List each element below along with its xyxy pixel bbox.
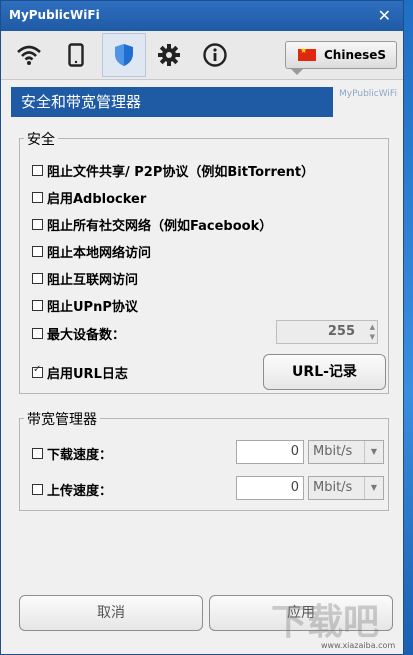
download-checkbox[interactable] [32, 448, 43, 459]
block-file-sharing-label: 阻止文件共享/ P2P协议（例如BitTorrent） [47, 165, 315, 180]
upload-label: 上传速度： [47, 484, 113, 499]
adblocker-option[interactable]: 启用Adblocker [32, 188, 146, 207]
upload-unit-value: Mbit/s [313, 480, 353, 495]
page-title: 安全和带宽管理器 [11, 87, 333, 117]
adblocker-checkbox[interactable] [32, 192, 43, 203]
shield-icon [115, 44, 133, 66]
gear-icon [158, 44, 180, 66]
security-button[interactable] [102, 33, 146, 77]
url-log-checkbox[interactable] [32, 364, 43, 378]
download-unit-value: Mbit/s [313, 444, 353, 459]
chevron-down-icon[interactable]: ▼ [364, 441, 383, 463]
about-button[interactable] [193, 33, 237, 77]
desktop-background [403, 0, 413, 655]
upload-speed-field[interactable]: 0 [236, 476, 304, 500]
app-window: MyPublicWiFi ✕ ★ ChineseS 安全和带宽管理器 MyPub… [0, 0, 404, 655]
cancel-button[interactable]: 取消 [19, 595, 203, 631]
download-option[interactable]: 下载速度： [32, 444, 112, 463]
bandwidth-legend: 带宽管理器 [24, 409, 100, 429]
china-flag-icon [298, 46, 316, 61]
wifi-button[interactable] [7, 33, 51, 77]
max-devices-value: 255 [327, 324, 355, 339]
block-internet-checkbox[interactable] [32, 273, 43, 284]
security-legend: 安全 [24, 129, 58, 149]
max-devices-checkbox[interactable] [32, 328, 43, 339]
language-selector[interactable]: ChineseS [285, 41, 397, 69]
upload-unit-select[interactable]: Mbit/s ▼ [308, 476, 384, 500]
devices-button[interactable] [54, 33, 98, 77]
upload-checkbox[interactable] [32, 484, 43, 495]
block-upnp-checkbox[interactable] [32, 300, 43, 311]
chevron-down-icon[interactable]: ▼ [364, 477, 383, 499]
adblocker-label: 启用Adblocker [47, 192, 147, 207]
max-devices-label: 最大设备数： [47, 328, 126, 343]
block-local-checkbox[interactable] [32, 246, 43, 257]
block-local-option[interactable]: 阻止本地网络访问 [32, 242, 151, 261]
download-speed-field[interactable]: 0 [236, 440, 304, 464]
download-label: 下载速度： [47, 448, 113, 463]
bandwidth-group: 带宽管理器 下载速度： 0 Mbit/s ▼ 上传速度： 0 Mbit/s ▼ [19, 409, 389, 511]
block-upnp-label: 阻止UPnP协议 [47, 300, 138, 315]
block-internet-label: 阻止互联网访问 [47, 273, 139, 288]
language-pointer [291, 69, 303, 75]
block-file-sharing-checkbox[interactable] [32, 165, 43, 176]
watermark-logo: 下载吧 [271, 602, 380, 643]
security-group: 安全 阻止文件共享/ P2P协议（例如BitTorrent） 启用Adblock… [19, 129, 389, 394]
block-local-label: 阻止本地网络访问 [47, 246, 152, 261]
url-log-option[interactable]: 启用URL日志 [32, 363, 128, 382]
settings-button[interactable] [147, 33, 191, 77]
title-bar[interactable]: MyPublicWiFi ✕ [1, 1, 403, 31]
block-social-option[interactable]: 阻止所有社交网络（例如Facebook） [32, 215, 272, 234]
watermark-url: www.xiazaiba.com [321, 641, 396, 650]
url-log-label: 启用URL日志 [47, 367, 128, 382]
block-file-sharing-option[interactable]: 阻止文件共享/ P2P协议（例如BitTorrent） [32, 161, 314, 180]
wifi-icon [17, 45, 41, 65]
stepper-arrows-icon[interactable]: ▲ ▼ [370, 322, 375, 342]
url-record-button[interactable]: URL-记录 [263, 354, 386, 390]
info-icon [203, 43, 227, 67]
max-devices-stepper[interactable]: 255 ▲ ▼ [276, 320, 378, 344]
block-internet-option[interactable]: 阻止互联网访问 [32, 269, 138, 288]
download-unit-select[interactable]: Mbit/s ▼ [308, 440, 384, 464]
close-icon[interactable]: ✕ [378, 6, 391, 25]
language-label: ChineseS [324, 48, 387, 62]
phone-icon [68, 43, 84, 67]
block-upnp-option[interactable]: 阻止UPnP协议 [32, 296, 138, 315]
block-social-checkbox[interactable] [32, 219, 43, 230]
block-social-label: 阻止所有社交网络（例如Facebook） [47, 219, 273, 234]
max-devices-option[interactable]: 最大设备数： [32, 324, 125, 343]
upload-option[interactable]: 上传速度： [32, 480, 112, 499]
brand-mark: MyPublicWiFi [339, 89, 397, 99]
window-title: MyPublicWiFi [9, 8, 100, 22]
